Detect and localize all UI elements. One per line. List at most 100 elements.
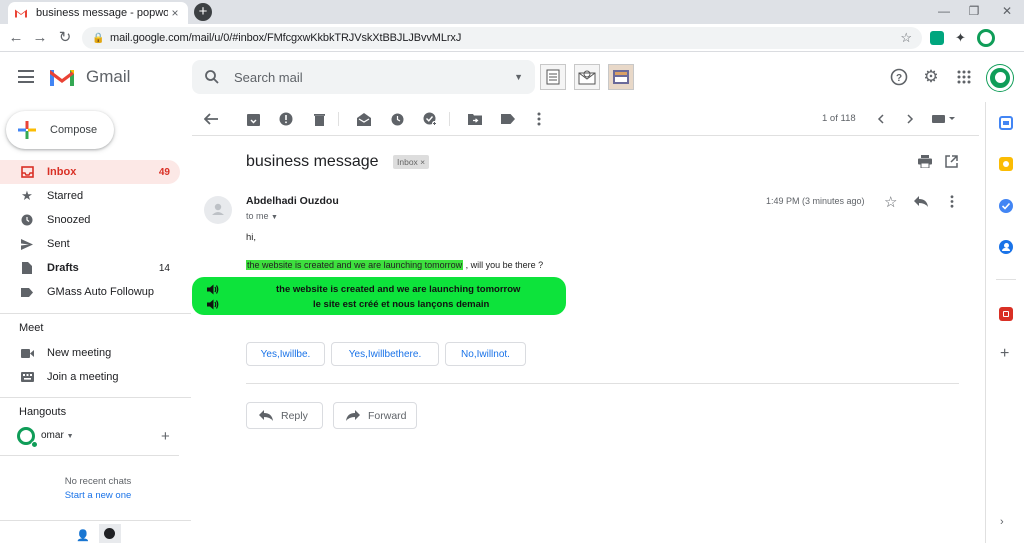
maximize-icon[interactable]: ❐ xyxy=(960,2,988,20)
settings-gear-icon[interactable]: ⚙ xyxy=(920,66,942,88)
meet-join-meeting[interactable]: Join a meeting xyxy=(0,365,180,389)
main-menu-icon[interactable] xyxy=(18,70,34,83)
sidebar-item-drafts[interactable]: Drafts 14 xyxy=(0,256,180,280)
report-spam-icon[interactable] xyxy=(277,110,295,128)
gmail-header: Gmail Search mail ▼ ? ⚙ xyxy=(0,52,1024,102)
open-in-new-window-icon[interactable] xyxy=(945,155,958,168)
sidebar-item-starred[interactable]: ★ Starred xyxy=(0,184,180,208)
mark-unread-icon[interactable] xyxy=(355,110,373,128)
labels-icon[interactable] xyxy=(499,110,517,128)
more-options-icon[interactable] xyxy=(530,110,548,128)
profile-icon[interactable] xyxy=(977,29,995,47)
forward-icon[interactable]: → xyxy=(30,28,50,48)
smart-reply-button[interactable]: No,Iwillnot. xyxy=(445,342,526,366)
clock-icon xyxy=(19,212,35,228)
account-avatar[interactable] xyxy=(987,65,1013,91)
sidebar-item-label: Snoozed xyxy=(47,214,91,226)
send-icon xyxy=(19,236,35,252)
back-icon[interactable]: ← xyxy=(6,28,26,48)
contacts-icon[interactable]: 👤 xyxy=(76,529,90,542)
sender-name[interactable]: Abdelhadi Ouzdou xyxy=(246,195,339,207)
speaker-icon[interactable] xyxy=(206,284,220,295)
bookmark-star-icon[interactable]: ☆ xyxy=(900,30,912,46)
minimize-icon[interactable]: — xyxy=(930,2,958,20)
sidebar-item-label: New meeting xyxy=(47,347,112,359)
sidebar-item-gmass[interactable]: GMass Auto Followup xyxy=(0,280,180,304)
contacts-panel-icon[interactable] xyxy=(999,240,1013,254)
recipient-details[interactable]: to me ▼ xyxy=(246,211,278,221)
help-icon[interactable]: ? xyxy=(888,66,910,88)
sidebar-item-snoozed[interactable]: Snoozed xyxy=(0,208,180,232)
sidebar-divider xyxy=(0,455,179,456)
new-tab-button[interactable]: + xyxy=(194,3,212,21)
search-bar[interactable]: Search mail ▼ xyxy=(192,60,535,94)
star-message-icon[interactable]: ☆ xyxy=(884,193,897,211)
speaker-icon[interactable] xyxy=(206,299,220,310)
archive-icon[interactable] xyxy=(244,110,262,128)
toolbar-bottom-divider xyxy=(192,135,979,136)
translation-fr: le site est créé et nous lançons demain xyxy=(313,298,490,310)
draft-icon xyxy=(19,260,35,276)
back-to-inbox-icon[interactable] xyxy=(202,110,220,128)
get-addons-icon[interactable]: + xyxy=(1000,345,1009,363)
input-tools-icon[interactable] xyxy=(931,110,957,128)
start-chat-link[interactable]: Start a new one xyxy=(0,490,196,501)
remove-label-icon[interactable]: × xyxy=(420,157,425,167)
ext-sheet-icon[interactable] xyxy=(540,64,566,90)
calendar-icon[interactable] xyxy=(999,116,1013,130)
puzzle-extensions-icon[interactable]: ✦ xyxy=(955,30,966,46)
reply-button[interactable]: Reply xyxy=(246,402,323,429)
compose-button[interactable]: Compose xyxy=(6,111,114,149)
search-input[interactable]: Search mail xyxy=(234,70,514,85)
gmail-wordmark: Gmail xyxy=(86,67,131,86)
ext-template-icon[interactable] xyxy=(608,64,634,90)
newer-chevron-icon[interactable] xyxy=(871,110,889,128)
print-icon[interactable] xyxy=(918,155,932,168)
ext-mail-icon[interactable] xyxy=(574,64,600,90)
toolbar-divider xyxy=(338,112,339,126)
email-greeting: hi, xyxy=(246,232,257,243)
translation-popup: the website is created and we are launch… xyxy=(192,277,566,315)
move-to-icon[interactable] xyxy=(466,110,484,128)
tab-title: business message - popword20 xyxy=(36,7,168,19)
hide-panel-chevron-icon[interactable]: › xyxy=(1000,516,1004,528)
message-more-icon[interactable] xyxy=(950,195,954,208)
delete-icon[interactable] xyxy=(310,110,328,128)
tab-close-icon[interactable]: × xyxy=(168,6,182,20)
inbox-label-chip[interactable]: Inbox × xyxy=(393,155,430,169)
url-text: mail.google.com/mail/u/0/#inbox/FMfcgxwK… xyxy=(110,32,462,44)
tasks-icon[interactable] xyxy=(999,199,1013,213)
browser-tab[interactable]: business message - popword20 × xyxy=(8,2,188,24)
window-close-icon[interactable]: ✕ xyxy=(993,2,1021,20)
compose-plus-icon xyxy=(18,121,36,139)
hangouts-username[interactable]: omar ▼ xyxy=(41,430,74,441)
translation-row-fr[interactable]: le site est créé et nous lançons demain xyxy=(206,297,489,311)
inbox-icon xyxy=(19,164,35,180)
smart-reply-button[interactable]: Yes,Iwillbethere. xyxy=(331,342,439,366)
addon-icon[interactable] xyxy=(999,307,1013,321)
add-to-tasks-icon[interactable] xyxy=(421,110,439,128)
forward-button[interactable]: Forward xyxy=(333,402,417,429)
address-bar[interactable]: 🔒 mail.google.com/mail/u/0/#inbox/FMfcgx… xyxy=(82,27,922,49)
hangouts-chat-icon[interactable] xyxy=(104,528,115,539)
sidebar-item-label: Inbox xyxy=(47,166,77,178)
snooze-icon[interactable] xyxy=(388,110,406,128)
search-icon[interactable] xyxy=(204,69,220,85)
body-rest: , will you be there ? xyxy=(463,260,544,270)
add-chat-icon[interactable]: + xyxy=(161,428,170,445)
reply-arrow-icon[interactable] xyxy=(914,196,928,207)
keep-icon[interactable] xyxy=(999,157,1013,171)
sidebar-item-inbox[interactable]: Inbox 49 xyxy=(0,160,180,184)
reload-icon[interactable]: ↻ xyxy=(55,28,75,48)
translation-row-en[interactable]: the website is created and we are launch… xyxy=(206,282,520,296)
search-options-icon[interactable]: ▼ xyxy=(514,72,523,82)
highlighted-text[interactable]: the website is created and we are launch… xyxy=(246,260,464,270)
smart-reply-button[interactable]: Yes,Iwillbe. xyxy=(246,342,325,366)
forward-icon xyxy=(346,410,360,421)
sender-avatar[interactable] xyxy=(204,196,232,224)
meet-new-meeting[interactable]: New meeting xyxy=(0,341,180,365)
older-chevron-icon[interactable] xyxy=(901,110,919,128)
apps-grid-icon[interactable] xyxy=(953,66,975,88)
sidebar-item-sent[interactable]: Sent xyxy=(0,232,180,256)
extension-icon[interactable] xyxy=(930,31,944,45)
